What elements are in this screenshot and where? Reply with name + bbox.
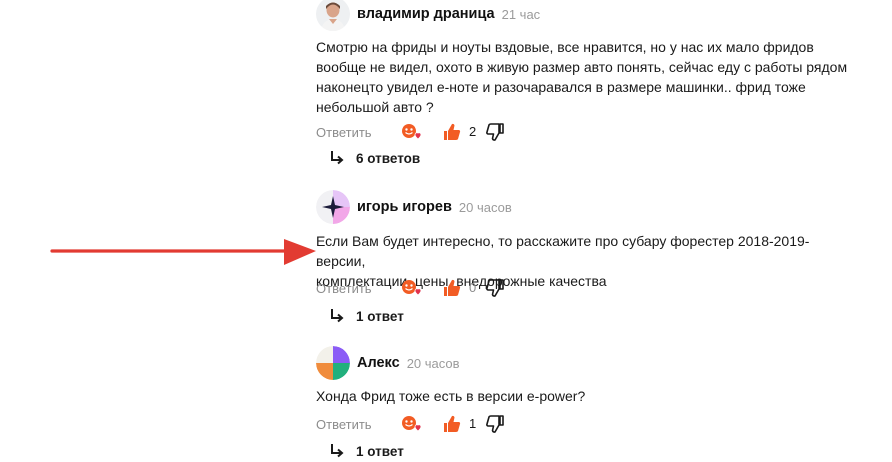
dislike-icon[interactable] — [486, 122, 504, 142]
author-name[interactable]: Алекс — [357, 355, 400, 371]
comment-time[interactable]: 20 часов — [459, 200, 512, 215]
comment-actions: Ответить 0 — [316, 278, 516, 298]
reply-button[interactable]: Ответить — [316, 281, 372, 296]
likes-count: 1 — [469, 416, 477, 431]
likes-count: 2 — [469, 124, 477, 139]
reaction-icon[interactable] — [400, 414, 422, 434]
comment-line: вообще не видел, охото в живую размер ав… — [316, 59, 848, 75]
avatar[interactable] — [316, 346, 350, 380]
show-replies-button[interactable]: 1 ответ — [330, 443, 404, 459]
like-icon[interactable] — [443, 278, 461, 298]
show-replies-button[interactable]: 6 ответов — [330, 150, 420, 166]
comment-text: Смотрю на фриды и ноуты вздовые, все нра… — [316, 37, 861, 117]
reply-arrow-icon — [331, 444, 344, 458]
comment-time[interactable]: 21 час — [502, 7, 541, 22]
comment-line: наконецто увидел е-ноте и разочаравался … — [316, 79, 806, 95]
comment-header: владимир драница 21 час — [316, 0, 540, 31]
replies-count: 1 ответ — [356, 443, 404, 459]
reply-arrow-icon — [331, 309, 344, 323]
comment-text: Хонда Фрид тоже есть в версии e-power? — [316, 386, 861, 406]
likes-count: 0 — [469, 280, 477, 295]
comment-line: Если Вам будет интересно, то расскажите … — [316, 233, 810, 269]
avatar[interactable] — [316, 190, 350, 224]
dislike-icon[interactable] — [486, 278, 504, 298]
comment-actions: Ответить 2 — [316, 122, 516, 142]
reply-button[interactable]: Ответить — [316, 125, 372, 140]
reply-button[interactable]: Ответить — [316, 417, 372, 432]
comment-header: Алекс 20 часов — [316, 346, 460, 380]
reply-arrow-icon — [331, 151, 344, 165]
annotation-arrow — [50, 239, 316, 265]
author-name[interactable]: игорь игорев — [357, 199, 452, 215]
avatar[interactable] — [316, 0, 350, 31]
show-replies-button[interactable]: 1 ответ — [330, 308, 404, 324]
dislike-icon[interactable] — [486, 414, 504, 434]
reaction-icon[interactable] — [400, 122, 422, 142]
like-icon[interactable] — [443, 414, 461, 434]
comment-time[interactable]: 20 часов — [407, 356, 460, 371]
comment-actions: Ответить 1 — [316, 414, 516, 434]
comment-line: Хонда Фрид тоже есть в версии e-power? — [316, 388, 586, 404]
comment-header: игорь игорев 20 часов — [316, 190, 512, 224]
comment-line: небольшой авто ? — [316, 99, 434, 115]
like-icon[interactable] — [443, 122, 461, 142]
comment-line: Смотрю на фриды и ноуты вздовые, все нра… — [316, 39, 814, 55]
replies-count: 1 ответ — [356, 308, 404, 324]
reaction-icon[interactable] — [400, 278, 422, 298]
replies-count: 6 ответов — [356, 150, 421, 166]
author-name[interactable]: владимир драница — [357, 6, 495, 22]
